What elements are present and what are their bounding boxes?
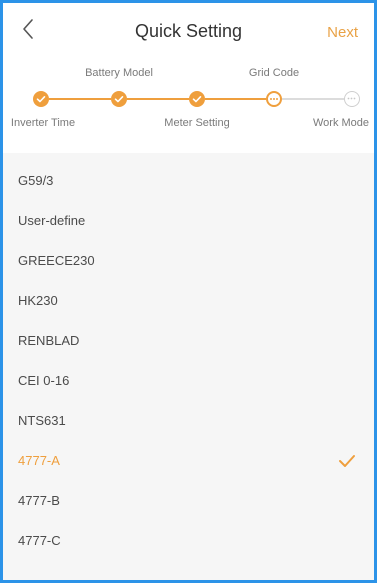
checkmark-icon bbox=[338, 453, 356, 469]
step-label-meter-setting: Meter Setting bbox=[164, 117, 230, 129]
grid-code-label: User-define bbox=[18, 213, 86, 228]
header: Quick Setting Next Battery Model Grid Co… bbox=[3, 3, 374, 153]
step-inverter-time-done-icon[interactable] bbox=[33, 91, 49, 107]
grid-code-option[interactable]: User-define bbox=[3, 201, 374, 241]
grid-code-label: RENBLAD bbox=[18, 333, 80, 348]
grid-code-option[interactable]: 4777-C bbox=[3, 521, 374, 561]
step-connector bbox=[127, 98, 189, 100]
step-label-work-mode: Work Mode bbox=[312, 117, 370, 129]
grid-code-option[interactable]: GREECE230 bbox=[3, 241, 374, 281]
page-title: Quick Setting bbox=[134, 21, 243, 41]
step-connector bbox=[49, 98, 111, 100]
step-grid-code-current-icon[interactable] bbox=[266, 91, 282, 107]
grid-code-option[interactable]: G59/3 bbox=[3, 161, 374, 201]
grid-code-label: HK230 bbox=[18, 293, 58, 308]
step-connector bbox=[205, 98, 266, 100]
grid-code-option[interactable]: RENBLAD bbox=[3, 321, 374, 361]
grid-code-option[interactable]: NTS631 bbox=[3, 401, 374, 441]
step-meter-setting-done-icon[interactable] bbox=[189, 91, 205, 107]
grid-code-label: GREECE230 bbox=[18, 253, 95, 268]
grid-code-label: 4777-C bbox=[18, 533, 61, 548]
grid-code-option[interactable]: 4777-B bbox=[3, 481, 374, 521]
grid-code-list: G59/3 User-define GREECE230 HK230 RENBLA… bbox=[3, 161, 374, 561]
step-label-battery-model: Battery Model bbox=[85, 67, 153, 79]
grid-code-option[interactable]: CEI 0-16 bbox=[3, 361, 374, 401]
grid-code-label: NTS631 bbox=[18, 413, 66, 428]
progress-stepper: Battery Model Grid Code Inverter Time Me… bbox=[3, 63, 374, 143]
step-battery-model-done-icon[interactable] bbox=[111, 91, 127, 107]
screen-frame: Quick Setting Next Battery Model Grid Co… bbox=[0, 0, 377, 583]
step-work-mode-pending-icon[interactable] bbox=[344, 91, 360, 107]
grid-code-option-selected[interactable]: 4777-A bbox=[3, 441, 374, 481]
grid-code-label: 4777-A bbox=[18, 453, 60, 468]
step-label-grid-code: Grid Code bbox=[248, 67, 300, 79]
grid-code-option[interactable]: HK230 bbox=[3, 281, 374, 321]
grid-code-label: CEI 0-16 bbox=[18, 373, 70, 388]
step-label-inverter-time: Inverter Time bbox=[10, 117, 76, 129]
grid-code-label: G59/3 bbox=[18, 173, 54, 188]
step-connector bbox=[282, 98, 344, 100]
grid-code-label: 4777-B bbox=[18, 493, 60, 508]
next-button[interactable]: Next bbox=[327, 24, 358, 41]
